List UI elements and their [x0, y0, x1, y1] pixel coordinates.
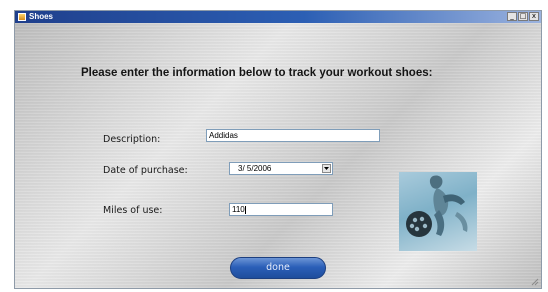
date-of-purchase-label: Date of purchase:	[103, 165, 188, 176]
miles-of-use-label: Miles of use:	[103, 205, 163, 216]
minimize-button[interactable]: _	[507, 12, 517, 21]
date-of-purchase-value: 3/ 5/2006	[238, 164, 272, 173]
description-value: Addidas	[209, 131, 238, 140]
miles-of-use-value: 110	[232, 205, 245, 214]
shoes-window: Shoes _ □ x Please enter the information…	[14, 10, 542, 289]
runner-photo-art	[406, 175, 468, 237]
close-button[interactable]: x	[529, 12, 539, 21]
form-client-area: Please enter the information below to tr…	[15, 23, 541, 288]
window-title: Shoes	[29, 12, 54, 21]
resize-grip-icon[interactable]	[529, 276, 539, 286]
text-caret	[244, 205, 246, 214]
title-bar[interactable]: Shoes _ □ x	[15, 11, 541, 23]
form-heading: Please enter the information below to tr…	[81, 67, 433, 79]
chevron-down-icon[interactable]	[322, 164, 331, 173]
date-of-purchase-picker[interactable]: 3/ 5/2006	[229, 162, 333, 175]
chevron-down-glyph	[324, 167, 329, 170]
miles-of-use-input[interactable]: 110	[229, 203, 333, 216]
description-label: Description:	[103, 134, 161, 145]
maximize-button[interactable]: □	[518, 12, 528, 21]
runner-photo	[399, 172, 477, 251]
description-input[interactable]: Addidas	[206, 129, 380, 142]
window-app-icon[interactable]	[18, 13, 26, 21]
window-controls: _ □ x	[507, 12, 539, 21]
done-button[interactable]: done	[230, 257, 326, 279]
